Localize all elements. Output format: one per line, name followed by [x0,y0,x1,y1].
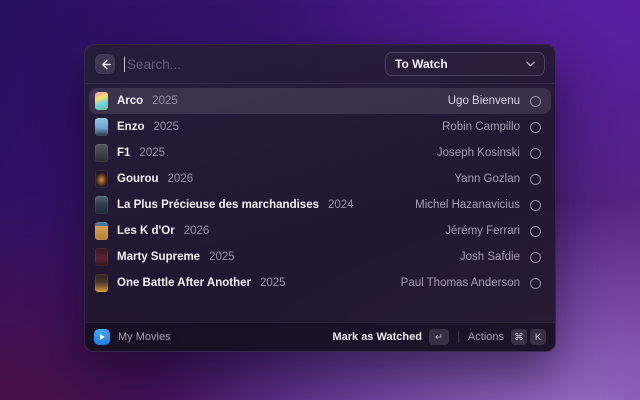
movie-director: Paul Thomas Anderson [401,277,520,289]
launcher-window: To Watch Arco 2025 Ugo Bienvenu Enzo 202… [84,44,556,352]
movie-poster-thumbnail [95,248,108,266]
unchecked-circle-icon[interactable] [530,278,541,289]
unchecked-circle-icon[interactable] [530,226,541,237]
back-arrow-icon [100,59,111,70]
movie-poster-thumbnail [95,196,108,214]
movie-year: 2025 [260,277,286,289]
filter-dropdown[interactable]: To Watch [385,52,545,76]
movie-row[interactable]: Les K d'Or 2026 Jérémy Ferrari [89,218,551,244]
back-button[interactable] [95,54,115,74]
movie-director: Ugo Bienvenu [448,95,520,107]
movie-title: Gourou [117,173,159,185]
chevron-down-icon [526,61,535,67]
movie-director: Robin Campillo [442,121,520,133]
movie-row[interactable]: Arco 2025 Ugo Bienvenu [89,88,551,114]
movie-director: Yann Gozlan [454,173,520,185]
action-bar: My Movies Mark as Watched ↵ Actions ⌘ K [85,322,555,351]
movie-poster-thumbnail [95,170,108,188]
search-input[interactable] [125,57,375,72]
movie-year: 2026 [184,225,210,237]
movie-title: Marty Supreme [117,251,200,263]
movie-director: Jérémy Ferrari [445,225,520,237]
unchecked-circle-icon[interactable] [530,96,541,107]
movie-title: La Plus Précieuse des marchandises [117,199,319,211]
unchecked-circle-icon[interactable] [530,252,541,263]
movie-row[interactable]: La Plus Précieuse des marchandises 2024 … [89,192,551,218]
movie-poster-thumbnail [95,274,108,292]
actions-button[interactable]: Actions [468,331,504,343]
app-label: My Movies [118,331,171,343]
movie-row[interactable]: F1 2025 Joseph Kosinski [89,140,551,166]
app-icon [94,329,110,345]
unchecked-circle-icon[interactable] [530,200,541,211]
movie-title: One Battle After Another [117,277,251,289]
movie-year: 2025 [209,251,235,263]
movie-poster-thumbnail [95,222,108,240]
unchecked-circle-icon[interactable] [530,148,541,159]
primary-action-button[interactable]: Mark as Watched [332,331,421,343]
play-icon [98,333,106,341]
movie-row[interactable]: One Battle After Another 2025 Paul Thoma… [89,270,551,296]
movie-director: Josh Safdie [460,251,520,263]
movie-year: 2026 [168,173,194,185]
movie-year: 2025 [153,121,179,133]
unchecked-circle-icon[interactable] [530,174,541,185]
movie-poster-thumbnail [95,144,108,162]
search-bar: To Watch [85,45,555,83]
movie-poster-thumbnail [95,92,108,110]
k-key-badge: K [530,329,546,345]
movie-year: 2024 [328,199,354,211]
movie-title: Enzo [117,121,144,133]
movie-row[interactable]: Gourou 2026 Yann Gozlan [89,166,551,192]
command-key-badge: ⌘ [511,329,527,345]
enter-key-badge: ↵ [429,329,449,345]
movie-poster-thumbnail [95,118,108,136]
movie-title: Arco [117,95,143,107]
footer-divider [458,331,459,343]
search-field-wrap [124,57,375,72]
movie-director: Joseph Kosinski [437,147,520,159]
movie-title: F1 [117,147,130,159]
unchecked-circle-icon[interactable] [530,122,541,133]
movie-row[interactable]: Enzo 2025 Robin Campillo [89,114,551,140]
movie-year: 2025 [152,95,178,107]
movie-title: Les K d'Or [117,225,175,237]
movie-director: Michel Hazanavicius [415,199,520,211]
movie-year: 2025 [139,147,165,159]
movie-row[interactable]: Marty Supreme 2025 Josh Safdie [89,244,551,270]
filter-dropdown-value: To Watch [395,57,448,71]
movie-list: Arco 2025 Ugo Bienvenu Enzo 2025 Robin C… [85,84,555,322]
